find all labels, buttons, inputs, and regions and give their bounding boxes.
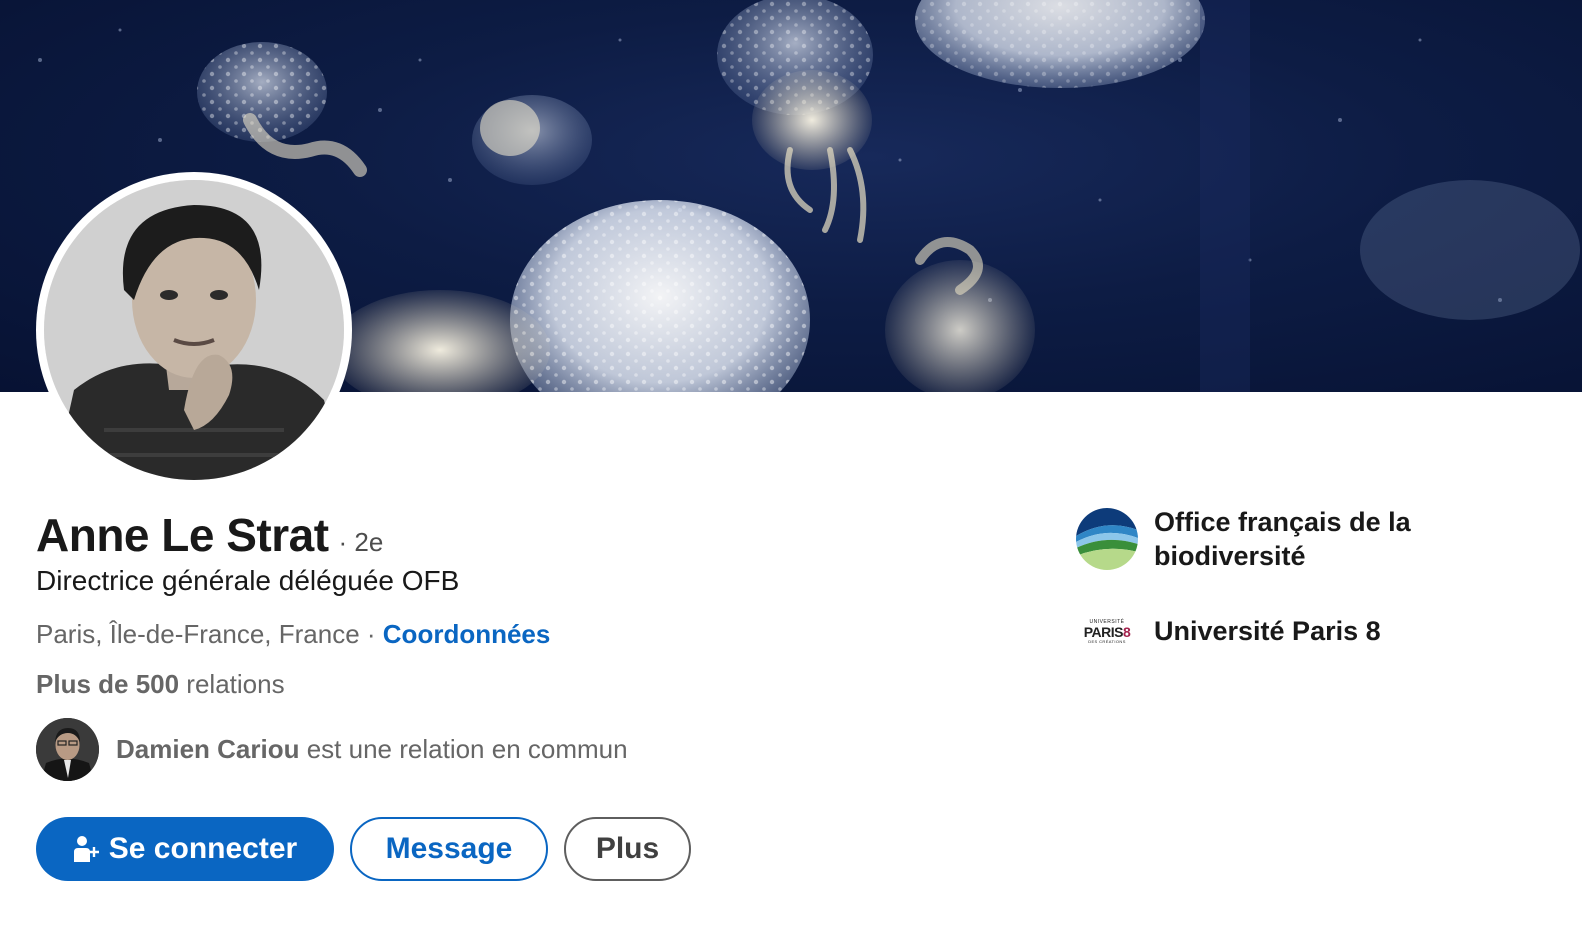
paris8-logo-bottom: DES CRÉATIONS <box>1088 638 1126 644</box>
paris8-logo-main: PARIS8 <box>1084 625 1131 639</box>
connections-count[interactable]: Plus de 500 relations <box>36 669 285 700</box>
ofb-logo-icon <box>1076 508 1138 570</box>
profile-photo <box>44 180 344 480</box>
connections-count-bold: Plus de 500 <box>36 669 180 699</box>
mutual-connection-photo <box>36 718 99 781</box>
contact-info-link[interactable]: Coordonnées <box>383 619 551 649</box>
connect-button[interactable]: Se connecter <box>36 817 334 881</box>
mutual-connection[interactable]: Damien Cariou est une relation en commun <box>36 718 628 781</box>
location-separator: · <box>359 619 383 649</box>
connections-count-rest: relations <box>179 669 285 699</box>
paris8-logo-word: PARIS <box>1083 623 1124 640</box>
org-item-ofb[interactable]: Office français de la biodiversité <box>1076 505 1494 573</box>
more-button[interactable]: Plus <box>564 817 691 881</box>
org-item-paris8[interactable]: UNIVERSITÉ PARIS8 DES CRÉATIONS Universi… <box>1076 600 1494 662</box>
profile-location: Paris, Île-de-France, France <box>36 619 360 649</box>
profile-card: Anne Le Strat · 2e Directrice générale d… <box>0 0 1582 932</box>
org-name: Office français de la biodiversité <box>1154 507 1411 571</box>
profile-avatar[interactable] <box>36 172 352 488</box>
org-name: Université Paris 8 <box>1154 616 1381 646</box>
mutual-connection-text: Damien Cariou est une relation en commun <box>116 734 628 765</box>
more-button-label: Plus <box>595 832 660 865</box>
connection-degree: · 2e <box>338 527 384 557</box>
person-add-icon <box>73 835 99 863</box>
paris8-logo: UNIVERSITÉ PARIS8 DES CRÉATIONS <box>1076 611 1138 651</box>
profile-actions: Se connecter Message Plus <box>36 817 691 881</box>
profile-name: Anne Le Strat <box>36 509 329 561</box>
connect-button-label: Se connecter <box>108 832 298 865</box>
location-row: Paris, Île-de-France, France · Coordonné… <box>36 619 550 650</box>
profile-headline: Directrice générale déléguée OFB <box>36 565 460 596</box>
message-button-label: Message <box>385 832 513 865</box>
name-row: Anne Le Strat · 2e <box>36 508 383 562</box>
mutual-connection-rest: est une relation en commun <box>299 734 628 764</box>
message-button[interactable]: Message <box>350 817 548 881</box>
paris8-logo-icon: UNIVERSITÉ PARIS8 DES CRÉATIONS <box>1076 600 1138 662</box>
mutual-connection-avatar[interactable] <box>36 718 99 781</box>
paris8-logo-digit: 8 <box>1122 623 1131 640</box>
mutual-connection-name[interactable]: Damien Cariou <box>116 734 300 764</box>
